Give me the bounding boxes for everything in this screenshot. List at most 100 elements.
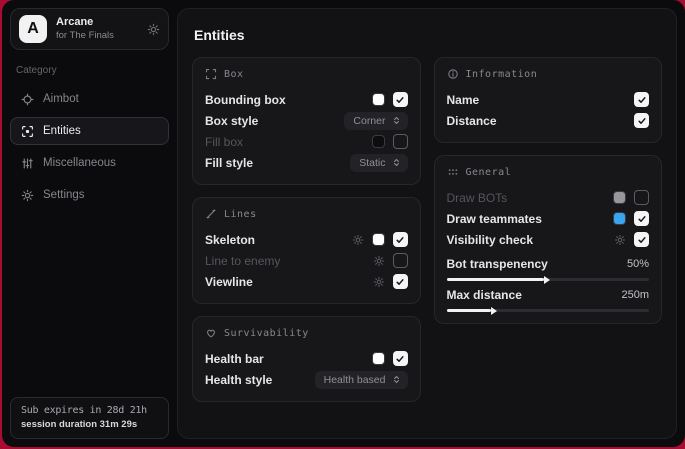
visibility-check-checkbox[interactable]	[634, 232, 649, 247]
gear-icon[interactable]	[373, 276, 385, 288]
setting-label: Health style	[205, 373, 272, 387]
bot-transparency-slider[interactable]	[447, 278, 650, 281]
panel-survivability-header: Survivability	[205, 327, 408, 339]
viewline-checkbox[interactable]	[393, 274, 408, 289]
slider-value: 250m	[621, 289, 649, 301]
color-swatch[interactable]	[613, 191, 626, 204]
color-swatch[interactable]	[372, 352, 385, 365]
gear-icon[interactable]	[147, 23, 160, 36]
check-icon	[395, 277, 405, 287]
setting-row-viewline: Viewline	[205, 271, 408, 292]
box-style-dropdown[interactable]: Corner	[344, 112, 407, 130]
color-swatch[interactable]	[613, 212, 626, 225]
setting-label: Box style	[205, 114, 258, 128]
panel-title: Box	[224, 69, 244, 80]
setting-row-line-to-enemy: Line to enemy	[205, 250, 408, 271]
sidebar-item-miscellaneous[interactable]: Miscellaneous	[10, 149, 169, 177]
panel-lines-header: Lines	[205, 208, 408, 220]
setting-row-visibility-check: Visibility check	[447, 229, 650, 250]
chevron-up-down-icon	[392, 116, 401, 125]
entity-scan-icon	[21, 125, 34, 138]
slider-fill[interactable]	[447, 309, 492, 312]
skeleton-checkbox[interactable]	[393, 232, 408, 247]
max-distance-setting: Max distance 250m	[447, 286, 650, 312]
setting-row-bounding-box: Bounding box	[205, 89, 408, 110]
chevron-up-down-icon	[392, 158, 401, 167]
sidebar-item-label: Miscellaneous	[43, 157, 116, 169]
setting-row-fill-box: Fill box	[205, 131, 408, 152]
check-icon	[637, 95, 647, 105]
setting-label: Draw BOTs	[447, 191, 508, 205]
sliders-icon	[21, 157, 34, 170]
draw-teammates-checkbox[interactable]	[634, 211, 649, 226]
distance-checkbox[interactable]	[634, 113, 649, 128]
fill-box-checkbox[interactable]	[393, 134, 408, 149]
subscription-expiry: Sub expires in 28d 21h	[21, 405, 158, 416]
check-icon	[637, 235, 647, 245]
color-swatch[interactable]	[372, 93, 385, 106]
fill-style-dropdown[interactable]: Static	[350, 154, 407, 172]
setting-label: Name	[447, 93, 480, 107]
check-icon	[637, 116, 647, 126]
sidebar-item-aimbot[interactable]: Aimbot	[10, 85, 169, 113]
check-icon	[395, 354, 405, 364]
panel-title: General	[466, 167, 512, 178]
panel-title: Lines	[224, 209, 257, 220]
setting-label: Fill box	[205, 135, 243, 149]
subscription-card: Sub expires in 28d 21h session duration …	[10, 397, 169, 439]
panel-box: Box Bounding box Box style	[192, 57, 421, 185]
setting-row-draw-bots: Draw BOTs	[447, 187, 650, 208]
name-checkbox[interactable]	[634, 92, 649, 107]
color-swatch[interactable]	[372, 233, 385, 246]
slider-fill[interactable]	[447, 278, 544, 281]
draw-bots-checkbox[interactable]	[634, 190, 649, 205]
setting-label: Health bar	[205, 352, 264, 366]
slider-value: 50%	[627, 258, 649, 270]
sidebar-nav: Aimbot Entities Miscellaneous	[10, 85, 169, 209]
setting-label: Skeleton	[205, 233, 255, 247]
brand-name: Arcane	[56, 16, 138, 30]
bounding-box-checkbox[interactable]	[393, 92, 408, 107]
setting-label: Viewline	[205, 275, 253, 289]
box-corners-icon	[205, 68, 217, 80]
brand-text: Arcane for The Finals	[56, 16, 138, 42]
gear-icon	[21, 189, 34, 202]
color-swatch[interactable]	[372, 135, 385, 148]
health-bar-checkbox[interactable]	[393, 351, 408, 366]
setting-row-health-style: Health style Health based	[205, 369, 408, 390]
panel-lines: Lines Skeleton	[192, 197, 421, 304]
setting-row-draw-teammates: Draw teammates	[447, 208, 650, 229]
grid-dots-icon	[447, 166, 459, 178]
panel-general-header: General	[447, 166, 650, 178]
setting-label: Line to enemy	[205, 254, 280, 268]
gear-icon[interactable]	[352, 234, 364, 246]
brand-subtitle: for The Finals	[56, 30, 138, 42]
sidebar-item-label: Entities	[43, 125, 81, 137]
category-label: Category	[16, 65, 163, 76]
panel-survivability: Survivability Health bar Health style	[192, 316, 421, 402]
check-icon	[395, 95, 405, 105]
brand-card: A Arcane for The Finals	[10, 8, 169, 50]
sidebar-item-settings[interactable]: Settings	[10, 181, 169, 209]
check-icon	[395, 235, 405, 245]
health-style-dropdown[interactable]: Health based	[315, 371, 408, 389]
check-icon	[637, 214, 647, 224]
sidebar-item-entities[interactable]: Entities	[10, 117, 169, 145]
setting-label: Visibility check	[447, 233, 534, 247]
setting-row-distance: Distance	[447, 110, 650, 131]
setting-label: Fill style	[205, 156, 253, 170]
setting-row-name: Name	[447, 89, 650, 110]
max-distance-slider[interactable]	[447, 309, 650, 312]
line-to-enemy-checkbox[interactable]	[393, 253, 408, 268]
brand-logo: A	[19, 15, 47, 43]
main-content: Entities Box Bounding box	[177, 8, 677, 439]
page-title: Entities	[194, 27, 662, 43]
sidebar-item-label: Settings	[43, 189, 85, 201]
dropdown-value: Health based	[324, 374, 386, 386]
app-window: A Arcane for The Finals Category	[2, 0, 685, 447]
gear-icon[interactable]	[373, 255, 385, 267]
gear-icon[interactable]	[614, 234, 626, 246]
panel-title: Information	[466, 69, 538, 80]
setting-row-fill-style: Fill style Static	[205, 152, 408, 173]
setting-label: Bot transpenency	[447, 257, 548, 271]
